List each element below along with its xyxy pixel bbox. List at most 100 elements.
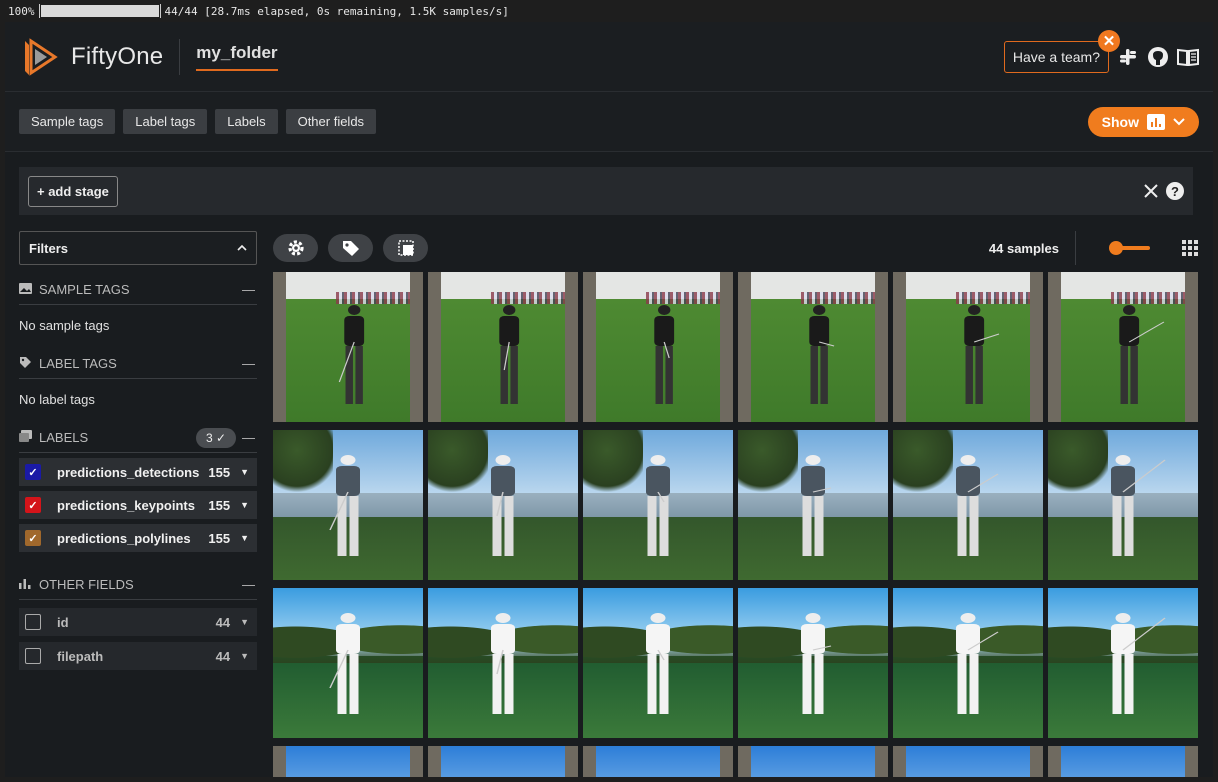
logo[interactable]: FiftyOne bbox=[19, 37, 163, 77]
sample-thumbnail[interactable] bbox=[428, 588, 578, 738]
clear-stages-icon[interactable] bbox=[1144, 184, 1158, 198]
sample-thumbnail[interactable] bbox=[738, 746, 888, 777]
settings-button[interactable] bbox=[273, 234, 318, 262]
collapse-icon[interactable]: — bbox=[242, 430, 255, 445]
thumbnail-image bbox=[583, 430, 733, 580]
thumbnail-image bbox=[1048, 430, 1198, 580]
sample-thumbnail[interactable] bbox=[428, 430, 578, 580]
labels-title: LABELS bbox=[39, 430, 89, 445]
checkbox[interactable]: ✓ bbox=[25, 464, 41, 480]
collapse-icon[interactable]: — bbox=[242, 577, 255, 592]
label-field-row[interactable]: ✓ predictions_polylines 155 ▼ bbox=[19, 524, 257, 552]
sample-thumbnail[interactable] bbox=[273, 272, 423, 422]
sample-thumbnail[interactable] bbox=[893, 746, 1043, 777]
zoom-slider[interactable] bbox=[1104, 237, 1154, 259]
fiftyone-logo-icon bbox=[25, 37, 58, 76]
expand-arrow-icon[interactable]: ▼ bbox=[240, 467, 249, 477]
filters-dropdown[interactable]: Filters bbox=[19, 231, 257, 265]
thumbnail-image bbox=[893, 588, 1043, 738]
tag-button[interactable] bbox=[328, 234, 373, 262]
label-field-name: predictions_polylines bbox=[57, 530, 191, 546]
chip-labels[interactable]: Labels bbox=[215, 109, 278, 134]
expand-arrow-icon[interactable]: ▼ bbox=[240, 617, 249, 627]
grid-view-icon[interactable] bbox=[1182, 240, 1198, 256]
label-field-row[interactable]: ✓ predictions_keypoints 155 ▼ bbox=[19, 491, 257, 519]
zoom-slider-knob[interactable] bbox=[1109, 241, 1123, 255]
sample-thumbnail[interactable] bbox=[1048, 588, 1198, 738]
select-patches-button[interactable] bbox=[383, 234, 428, 262]
sample-thumbnail[interactable] bbox=[1048, 430, 1198, 580]
expand-arrow-icon[interactable]: ▼ bbox=[240, 533, 249, 543]
sample-thumbnail[interactable] bbox=[273, 746, 423, 777]
header-actions: Have a team? ✕ bbox=[1003, 29, 1199, 73]
thumbnail-image bbox=[441, 746, 565, 777]
label-tags-header[interactable]: LABEL TAGS — bbox=[19, 353, 257, 379]
sample-thumbnail[interactable] bbox=[583, 272, 733, 422]
add-stage-button[interactable]: + add stage bbox=[28, 175, 118, 207]
sample-thumbnail[interactable] bbox=[428, 746, 578, 777]
sample-thumbnail[interactable] bbox=[893, 430, 1043, 580]
sample-thumbnail[interactable] bbox=[428, 272, 578, 422]
sample-thumbnail[interactable] bbox=[1048, 272, 1198, 422]
checkbox[interactable] bbox=[25, 648, 41, 664]
labels-selected-badge[interactable]: 3 ✓ bbox=[195, 427, 236, 448]
chip-label-tags[interactable]: Label tags bbox=[123, 109, 208, 134]
close-icon[interactable]: ✕ bbox=[1098, 29, 1120, 52]
collapse-icon[interactable]: — bbox=[242, 356, 255, 371]
other-field-count: 44 bbox=[215, 614, 231, 630]
thumbnail-image bbox=[286, 272, 410, 422]
checkbox[interactable]: ✓ bbox=[25, 530, 41, 546]
chevron-up-icon bbox=[237, 244, 247, 251]
checkbox[interactable] bbox=[25, 614, 41, 630]
thumbnail-image bbox=[738, 588, 888, 738]
golfer-figure bbox=[654, 305, 675, 404]
other-fields-header[interactable]: OTHER FIELDS — bbox=[19, 574, 257, 600]
label-field-count: 155 bbox=[208, 530, 231, 546]
labels-header[interactable]: LABELS 3 ✓ — bbox=[19, 427, 257, 453]
sample-thumbnail[interactable] bbox=[738, 272, 888, 422]
other-field-row[interactable]: filepath 44 ▼ bbox=[19, 642, 257, 670]
checkbox[interactable]: ✓ bbox=[25, 497, 41, 513]
have-a-team-button[interactable]: Have a team? ✕ bbox=[1003, 29, 1120, 73]
sample-tags-section: SAMPLE TAGS — No sample tags bbox=[19, 279, 257, 339]
chip-sample-tags[interactable]: Sample tags bbox=[19, 109, 116, 134]
sample-tags-empty: No sample tags bbox=[19, 318, 110, 333]
label-field-row[interactable]: ✓ predictions_detections 155 ▼ bbox=[19, 458, 257, 486]
chip-other-fields[interactable]: Other fields bbox=[285, 109, 377, 134]
other-fields-section: OTHER FIELDS — id 44 ▼ filepath 44 ▼ bbox=[19, 574, 257, 670]
collapse-icon[interactable]: — bbox=[242, 282, 255, 297]
sample-tags-title: SAMPLE TAGS bbox=[39, 282, 130, 297]
expand-arrow-icon[interactable]: ▼ bbox=[240, 500, 249, 510]
sample-thumbnail[interactable] bbox=[583, 746, 733, 777]
dataset-selector[interactable]: my_folder bbox=[196, 43, 278, 71]
golfer-figure bbox=[646, 455, 670, 556]
github-icon[interactable] bbox=[1147, 46, 1169, 68]
show-plots-button[interactable]: Show bbox=[1087, 106, 1199, 137]
view-stage-bar: + add stage ? bbox=[19, 167, 1193, 215]
header-divider bbox=[179, 38, 181, 75]
sample-thumbnail[interactable] bbox=[738, 588, 888, 738]
sample-tags-header[interactable]: SAMPLE TAGS — bbox=[19, 279, 257, 305]
sample-thumbnail[interactable] bbox=[1048, 746, 1198, 777]
label-field-count: 155 bbox=[208, 497, 231, 513]
labels-list: ✓ predictions_detections 155 ▼ ✓ predictions_… bbox=[19, 458, 257, 552]
docs-book-icon[interactable] bbox=[1177, 46, 1199, 68]
have-a-team-label: Have a team? bbox=[1012, 48, 1100, 65]
sample-thumbnail[interactable] bbox=[583, 588, 733, 738]
sample-thumbnail[interactable] bbox=[273, 588, 423, 738]
sample-thumbnail[interactable] bbox=[273, 430, 423, 580]
other-field-row[interactable]: id 44 ▼ bbox=[19, 608, 257, 636]
thumbnail-image bbox=[1048, 588, 1198, 738]
sample-thumbnail[interactable] bbox=[893, 272, 1043, 422]
sample-thumbnail[interactable] bbox=[738, 430, 888, 580]
help-icon[interactable]: ? bbox=[1166, 182, 1184, 200]
golfer-figure bbox=[956, 613, 999, 714]
sidebar: Filters SAMPLE TAGS — No sample tags LAB… bbox=[19, 231, 257, 670]
expand-arrow-icon[interactable]: ▼ bbox=[240, 651, 249, 661]
golfer-figure bbox=[809, 305, 835, 404]
slack-icon[interactable] bbox=[1117, 46, 1139, 68]
sample-thumbnail[interactable] bbox=[893, 588, 1043, 738]
sample-thumbnail[interactable] bbox=[583, 430, 733, 580]
progress-status: 44/44 [28.7ms elapsed, 0s remaining, 1.5… bbox=[164, 4, 509, 18]
field-chip-bar: Sample tags Label tags Labels Other fiel… bbox=[5, 92, 1213, 152]
